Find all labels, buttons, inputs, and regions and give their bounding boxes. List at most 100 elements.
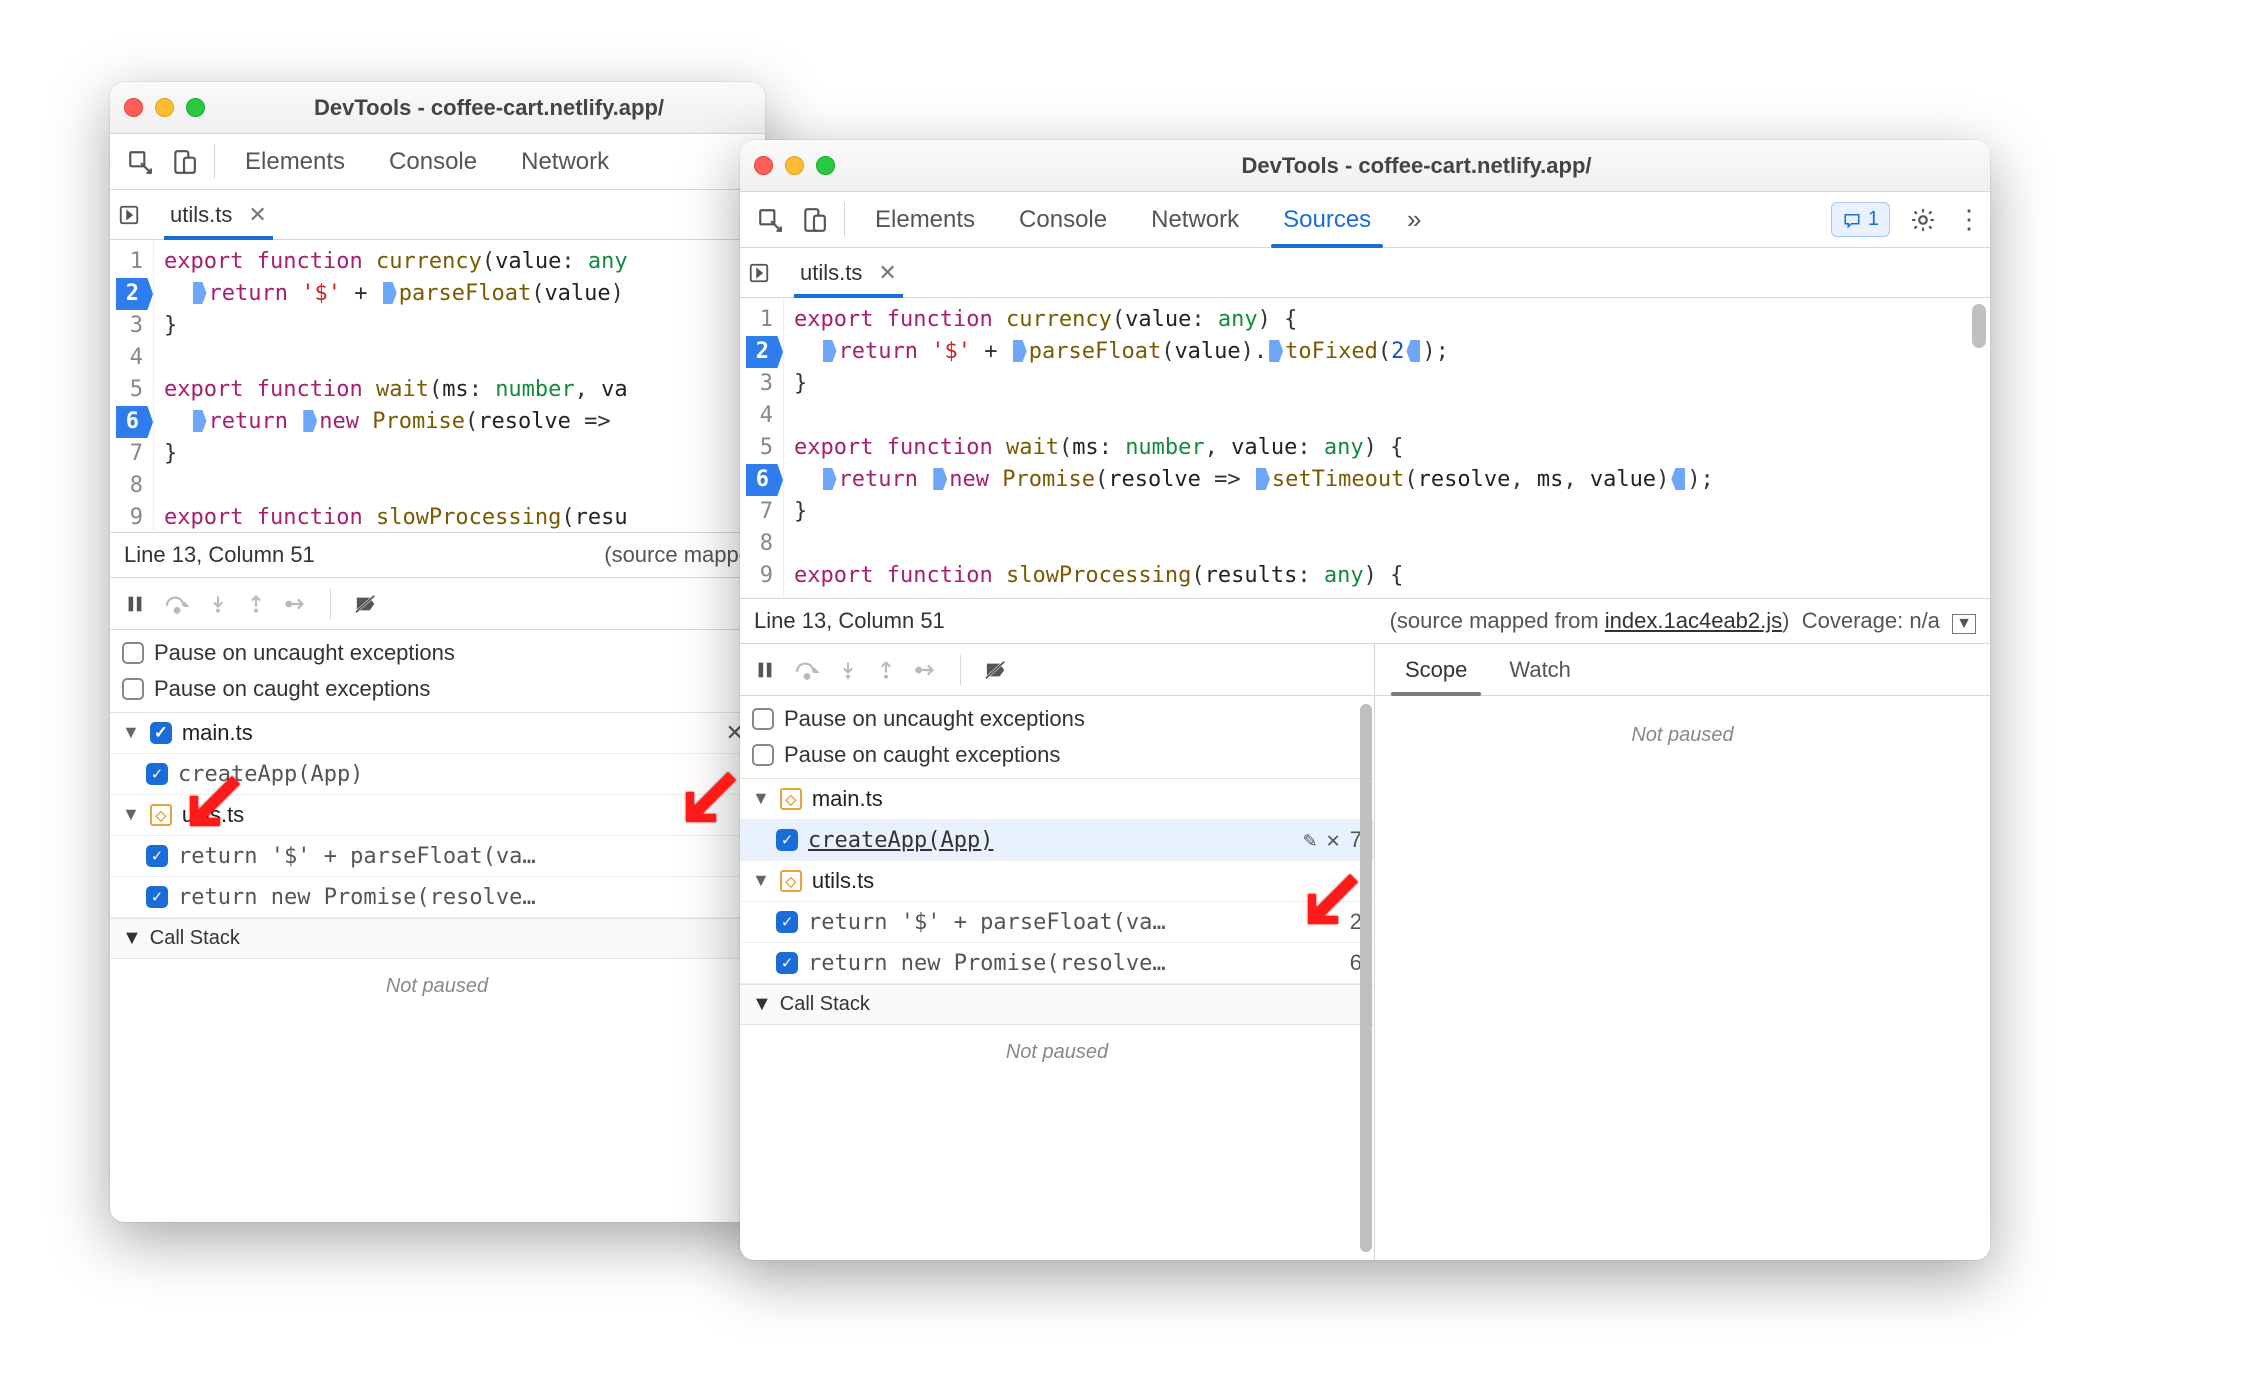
zoom-icon[interactable] (186, 98, 205, 117)
file-tab-utils[interactable]: utils.ts ✕ (794, 248, 903, 297)
breakpoints-list: ▼ ✓ main.ts ✕ ✓ createApp(App) 7 ▼ ◇ uti… (110, 713, 764, 918)
close-icon[interactable]: ✕ (1327, 828, 1340, 853)
close-icon[interactable]: ✕ (878, 260, 896, 286)
close-icon[interactable]: ✕ (248, 202, 266, 228)
pause-caught-checkbox[interactable]: Pause on caught exceptions (122, 676, 752, 702)
scope-not-paused: Not paused (1375, 708, 1990, 763)
breakpoint-item[interactable]: ✓ return '$' + parseFloat(va… 2 (110, 836, 764, 877)
window-title: DevTools - coffee-cart.netlify.app/ (857, 153, 1976, 179)
navigator-toggle-icon[interactable] (118, 204, 152, 226)
scrollbar[interactable] (1970, 304, 1988, 592)
pause-uncaught-checkbox[interactable]: Pause on uncaught exceptions (752, 706, 1362, 732)
code-content[interactable]: export function currency(value: any retu… (154, 240, 765, 532)
mapped-prefix: (source mapped from (1390, 608, 1605, 633)
breakpoint-item[interactable]: ✓ return new Promise(resolve… 6 (740, 943, 1374, 984)
step-into-icon[interactable] (838, 659, 858, 681)
tab-elements[interactable]: Elements (225, 134, 365, 189)
step-icon[interactable] (914, 659, 938, 681)
file-type-icon: ◇ (780, 870, 802, 892)
deactivate-breakpoints-icon[interactable] (983, 659, 1009, 681)
sources-file-tabs: utils.ts ✕ (110, 190, 765, 240)
callstack-header[interactable]: ▼ Call Stack (110, 918, 764, 959)
tab-sources[interactable]: Sources (1263, 192, 1391, 247)
device-toggle-icon[interactable] (164, 134, 204, 189)
not-paused-label: Not paused (740, 1025, 1374, 1080)
close-icon[interactable] (754, 156, 773, 175)
file-type-icon: ◇ (780, 788, 802, 810)
sources-file-tabs: utils.ts ✕ (740, 248, 1990, 298)
editor-status: Line 13, Column 51 (source mappe (110, 532, 765, 578)
step-out-icon[interactable] (246, 593, 266, 615)
scrollbar[interactable] (1360, 704, 1372, 1252)
tab-network[interactable]: Network (1131, 192, 1259, 247)
pause-icon[interactable] (754, 659, 776, 681)
file-tab-label: utils.ts (800, 260, 862, 286)
step-over-icon[interactable] (794, 659, 820, 681)
devtools-window-right: DevTools - coffee-cart.netlify.app/ Elem… (740, 140, 1990, 1260)
breakpoint-checkbox-icon[interactable]: ✓ (776, 952, 798, 974)
file-type-icon: ◇ (150, 804, 172, 826)
minimize-icon[interactable] (785, 156, 804, 175)
navigator-toggle-icon[interactable] (748, 262, 782, 284)
minimize-icon[interactable] (155, 98, 174, 117)
inspect-icon[interactable] (750, 192, 790, 247)
collapse-icon[interactable]: ▼ (1952, 614, 1976, 634)
code-editor[interactable]: 1 2 3 4 5 6 7 8 9 export function curren… (740, 298, 1990, 598)
debug-toolbar (110, 578, 764, 630)
step-into-icon[interactable] (208, 593, 228, 615)
breakpoint-item[interactable]: ✓ createApp(App) 7 (110, 754, 764, 795)
breakpoint-item[interactable]: ✓ return new Promise(resolve… 6 (110, 877, 764, 918)
file-checkbox-icon[interactable]: ✓ (150, 722, 172, 744)
traffic-lights (124, 98, 205, 117)
tab-scope[interactable]: Scope (1385, 644, 1487, 695)
pause-icon[interactable] (124, 593, 146, 615)
breakpoint-checkbox-icon[interactable]: ✓ (146, 763, 168, 785)
kebab-icon[interactable]: ⋮ (1948, 192, 1990, 247)
gear-icon[interactable] (1902, 192, 1944, 247)
pause-caught-checkbox[interactable]: Pause on caught exceptions (752, 742, 1362, 768)
file-tab-utils[interactable]: utils.ts ✕ (164, 190, 273, 239)
tab-watch[interactable]: Watch (1489, 644, 1591, 695)
source-map-info: (source mapped from index.1ac4eab2.js) C… (1390, 608, 1976, 634)
breakpoint-text: return '$' + parseFloat(va… (178, 844, 730, 869)
step-icon[interactable] (284, 593, 308, 615)
pause-caught-label: Pause on caught exceptions (154, 676, 430, 701)
tab-console[interactable]: Console (369, 134, 497, 189)
breakpoint-checkbox-icon[interactable]: ✓ (776, 911, 798, 933)
code-editor[interactable]: 1 2 3 4 5 6 7 8 9 export function curren… (110, 240, 765, 532)
zoom-icon[interactable] (816, 156, 835, 175)
breakpoint-file-main[interactable]: ▼ ✓ main.ts ✕ (110, 713, 764, 754)
breakpoint-item[interactable]: ✓ return '$' + parseFloat(va… 2 (740, 902, 1374, 943)
tab-elements[interactable]: Elements (855, 192, 995, 247)
callstack-header[interactable]: ▼ Call Stack (740, 984, 1374, 1025)
mapped-link[interactable]: index.1ac4eab2.js (1605, 608, 1782, 633)
pause-uncaught-checkbox[interactable]: Pause on uncaught exceptions (122, 640, 752, 666)
more-tabs-icon[interactable]: » (1395, 192, 1433, 247)
edit-icon[interactable]: ✎ (1303, 828, 1316, 853)
breakpoint-file-utils[interactable]: ▼ ◇ utils.ts (740, 861, 1374, 902)
file-name: main.ts (812, 786, 883, 812)
breakpoint-checkbox-icon[interactable]: ✓ (146, 845, 168, 867)
breakpoint-checkbox-icon[interactable]: ✓ (146, 886, 168, 908)
cursor-position: Line 13, Column 51 (124, 542, 315, 568)
line-gutter[interactable]: 1 2 3 4 5 6 7 8 9 (740, 298, 784, 598)
breakpoint-file-main[interactable]: ▼ ◇ main.ts (740, 779, 1374, 820)
step-out-icon[interactable] (876, 659, 896, 681)
tab-network[interactable]: Network (501, 134, 629, 189)
issues-badge[interactable]: 1 (1831, 202, 1890, 237)
tab-console[interactable]: Console (999, 192, 1127, 247)
breakpoint-text: createApp(App) (808, 828, 1293, 853)
code-content[interactable]: export function currency(value: any) { r… (784, 298, 1990, 598)
breakpoint-file-utils[interactable]: ▼ ◇ utils.ts (110, 795, 764, 836)
callstack-label: Call Stack (780, 993, 870, 1016)
line-gutter[interactable]: 1 2 3 4 5 6 7 8 9 (110, 240, 154, 532)
step-over-icon[interactable] (164, 593, 190, 615)
close-icon[interactable] (124, 98, 143, 117)
issues-count: 1 (1868, 208, 1879, 231)
breakpoint-checkbox-icon[interactable]: ✓ (776, 829, 798, 851)
inspect-icon[interactable] (120, 134, 160, 189)
scope-watch-pane: Scope Watch Not paused (1375, 644, 1990, 1260)
device-toggle-icon[interactable] (794, 192, 834, 247)
breakpoint-item[interactable]: ✓ createApp(App) ✎ ✕ 7 (740, 820, 1374, 861)
deactivate-breakpoints-icon[interactable] (353, 593, 379, 615)
